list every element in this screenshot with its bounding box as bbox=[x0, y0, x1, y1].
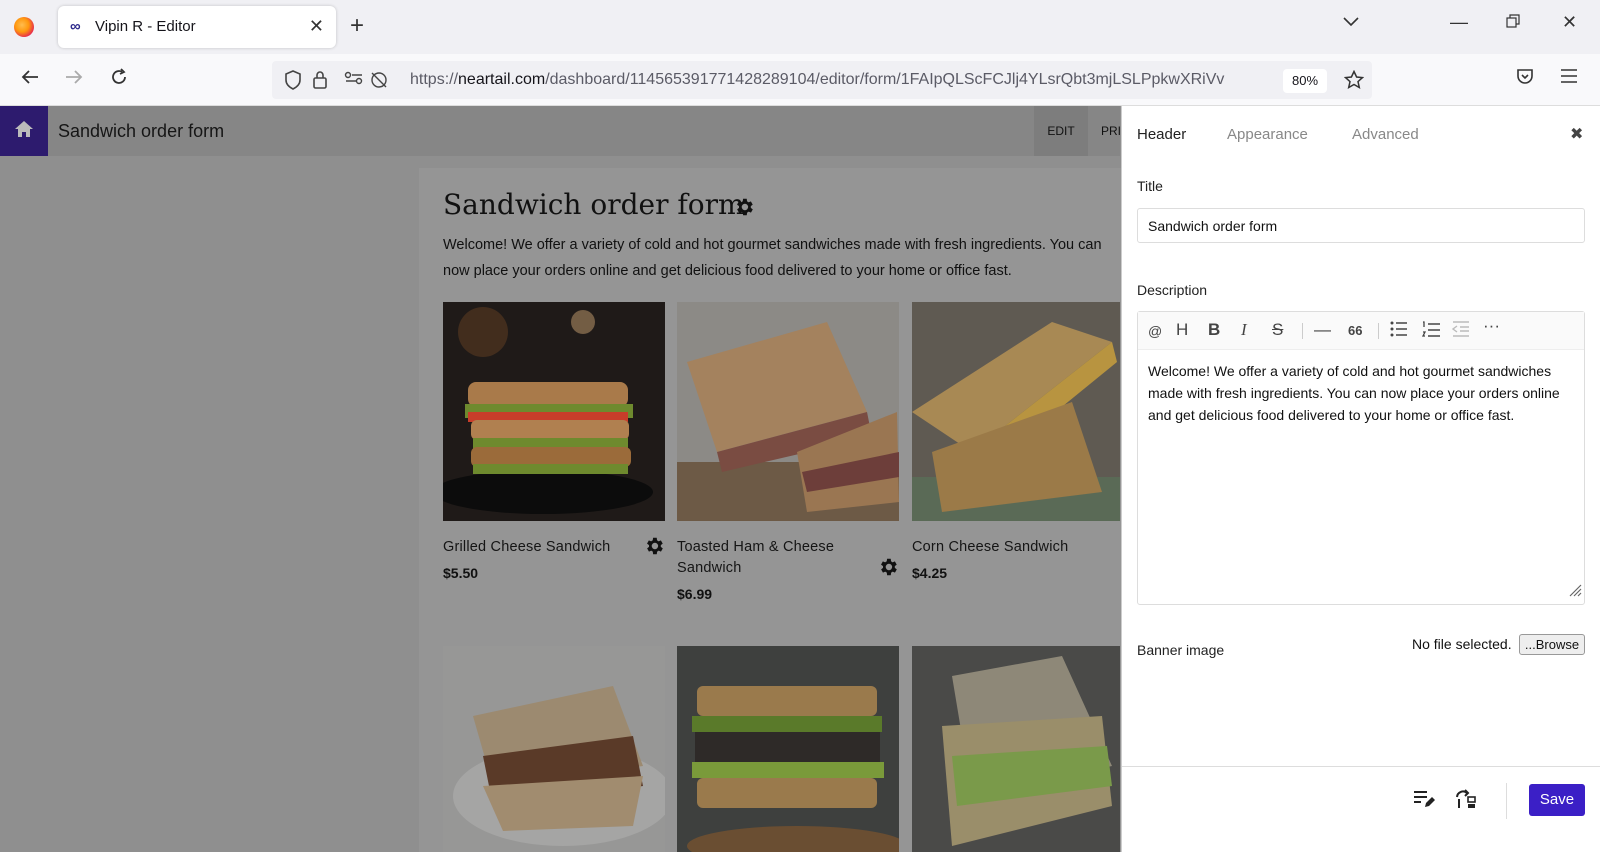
lock-icon[interactable] bbox=[312, 70, 328, 95]
close-window-icon[interactable]: ✕ bbox=[1562, 12, 1577, 33]
forward-arrow-icon[interactable] bbox=[64, 67, 84, 93]
url-scheme: https:// bbox=[410, 71, 459, 88]
browser-tab-bar: ∞ Vipin R - Editor ✕ + — ✕ bbox=[0, 0, 1600, 54]
product-price: $6.99 bbox=[677, 586, 713, 602]
toolbar-divider bbox=[1378, 323, 1379, 339]
product-name: Grilled Cheese Sandwich bbox=[443, 539, 611, 555]
page-viewport: Sandwich order form EDIT PRI Sandwich or… bbox=[0, 106, 1600, 852]
zoom-level-button[interactable]: 80% bbox=[1283, 69, 1327, 93]
tab-appearance[interactable]: Appearance bbox=[1227, 126, 1308, 143]
product-image-grilled-chicken bbox=[443, 646, 665, 852]
mention-button[interactable]: @ bbox=[1148, 323, 1162, 339]
minimize-icon[interactable]: — bbox=[1450, 12, 1468, 33]
new-tab-button[interactable]: + bbox=[350, 12, 364, 40]
url-path: /dashboard/114565391771428289104/editor/… bbox=[545, 71, 1225, 88]
preview-mode-tab[interactable]: PRI bbox=[1101, 106, 1121, 156]
editor-toolbar: @ H B I S — 66 ··· bbox=[1138, 312, 1584, 350]
strikethrough-button[interactable]: S bbox=[1272, 320, 1283, 340]
product-image-cucumber-sandwich bbox=[912, 646, 1120, 852]
product-image-veggie-sandwich bbox=[677, 646, 899, 852]
toolbar-divider bbox=[1302, 323, 1303, 339]
product-card[interactable] bbox=[677, 646, 899, 852]
browse-button[interactable]: ...Browse bbox=[1519, 634, 1585, 655]
home-button[interactable] bbox=[0, 106, 48, 156]
product-settings-gear-icon[interactable] bbox=[643, 535, 665, 562]
horizontal-rule-button[interactable]: — bbox=[1314, 320, 1331, 340]
bold-button[interactable]: B bbox=[1208, 320, 1220, 340]
product-card[interactable]: Toasted Ham & Cheese Sandwich $6.99 bbox=[677, 302, 899, 602]
quote-button[interactable]: 66 bbox=[1348, 323, 1362, 338]
settings-panel: Header Appearance Advanced ✖ Title Descr… bbox=[1121, 106, 1600, 852]
product-card[interactable]: Grilled Cheese Sandwich $5.50 bbox=[443, 302, 665, 581]
product-name: Corn Cheese Sandwich bbox=[912, 539, 1069, 555]
panel-footer: Save bbox=[1122, 766, 1600, 852]
form-title[interactable]: Sandwich order form bbox=[443, 188, 745, 221]
reload-icon[interactable] bbox=[109, 67, 129, 93]
numbered-list-icon[interactable] bbox=[1421, 320, 1441, 345]
banner-image-label: Banner image bbox=[1137, 642, 1225, 658]
app-title: Sandwich order form bbox=[58, 121, 225, 141]
more-options-icon[interactable]: ··· bbox=[1483, 316, 1500, 336]
bullet-list-icon[interactable] bbox=[1390, 320, 1408, 343]
product-image-grilled-cheese bbox=[443, 302, 665, 521]
italic-button[interactable]: I bbox=[1241, 320, 1247, 340]
url-host: neartail.com bbox=[458, 71, 546, 88]
tracking-protection-icon[interactable] bbox=[369, 70, 389, 95]
resize-handle-icon[interactable] bbox=[1568, 583, 1582, 602]
restore-icon[interactable] bbox=[1506, 12, 1520, 33]
close-panel-icon[interactable]: ✖ bbox=[1570, 124, 1583, 144]
browser-nav-bar: https://neartail.com/dashboard/114565391… bbox=[0, 54, 1600, 106]
tab-title: Vipin R - Editor bbox=[95, 18, 196, 35]
product-image-toasted-ham bbox=[677, 302, 899, 521]
pocket-icon[interactable] bbox=[1515, 67, 1535, 93]
back-arrow-icon[interactable] bbox=[20, 67, 40, 93]
save-button[interactable]: Save bbox=[1529, 784, 1585, 816]
browser-tab-active[interactable]: ∞ Vipin R - Editor ✕ bbox=[58, 6, 336, 48]
description-label: Description bbox=[1137, 282, 1208, 298]
title-field[interactable] bbox=[1137, 208, 1585, 243]
tab-advanced[interactable]: Advanced bbox=[1352, 126, 1419, 143]
tab-list-chevron-icon[interactable] bbox=[1343, 14, 1359, 32]
product-card[interactable] bbox=[443, 646, 665, 852]
firefox-logo-icon bbox=[14, 17, 34, 37]
bookmark-star-icon[interactable] bbox=[1343, 69, 1365, 95]
tab-header[interactable]: Header bbox=[1137, 126, 1186, 143]
description-text[interactable]: Welcome! We offer a variety of cold and … bbox=[1148, 360, 1568, 426]
permissions-icon[interactable] bbox=[344, 70, 364, 91]
edit-mode-tab[interactable]: EDIT bbox=[1034, 106, 1088, 156]
product-price: $5.50 bbox=[443, 565, 479, 581]
product-settings-gear-icon[interactable] bbox=[877, 556, 899, 583]
swap-icon[interactable] bbox=[1455, 789, 1477, 814]
app-header: Sandwich order form EDIT PRI bbox=[0, 106, 1121, 156]
home-icon bbox=[14, 119, 34, 144]
footer-divider bbox=[1506, 783, 1507, 819]
product-price: $4.25 bbox=[912, 565, 948, 581]
heading-button[interactable]: H bbox=[1176, 320, 1188, 340]
title-label: Title bbox=[1137, 178, 1163, 194]
description-editor[interactable]: @ H B I S — 66 ··· Welcome! We offer a v… bbox=[1137, 311, 1585, 605]
product-card[interactable]: Corn Cheese Sandwich $4.25 bbox=[912, 302, 1120, 581]
form-description[interactable]: Welcome! We offer a variety of cold and … bbox=[443, 232, 1123, 284]
form-settings-gear-icon[interactable] bbox=[733, 196, 755, 223]
edit-text-icon[interactable] bbox=[1413, 789, 1435, 814]
file-status: No file selected. bbox=[1412, 636, 1512, 652]
shield-icon[interactable] bbox=[284, 70, 302, 95]
product-image-corn-cheese bbox=[912, 302, 1120, 521]
close-tab-icon[interactable]: ✕ bbox=[309, 16, 324, 37]
url-bar[interactable]: https://neartail.com/dashboard/114565391… bbox=[272, 61, 1372, 99]
product-name: Toasted Ham & Cheese Sandwich bbox=[677, 539, 835, 576]
neartail-favicon-icon: ∞ bbox=[70, 18, 81, 35]
hamburger-menu-icon[interactable] bbox=[1560, 67, 1578, 90]
outdent-icon[interactable] bbox=[1451, 320, 1470, 343]
product-card[interactable] bbox=[912, 646, 1120, 852]
url-text[interactable]: https://neartail.com/dashboard/114565391… bbox=[410, 71, 1285, 89]
